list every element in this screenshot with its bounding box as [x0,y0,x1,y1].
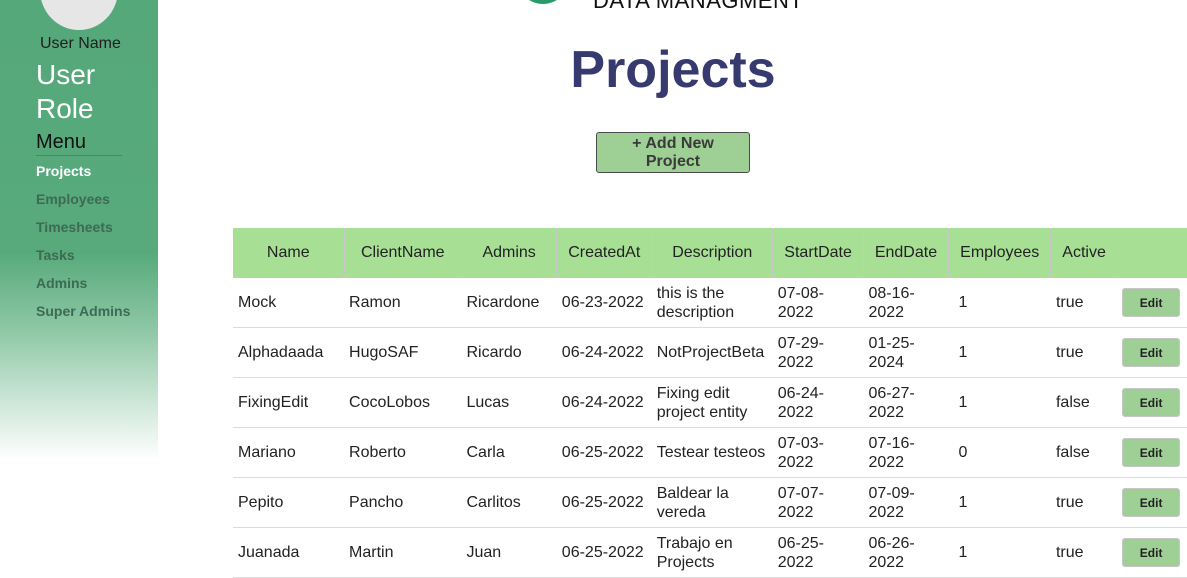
cell-active: true [1050,278,1118,328]
table-row: FixingEdit CocoLobos Lucas 06-24-2022 Fixing… [233,377,1187,428]
cell-created-at: 06-25-2022 [556,527,652,578]
sidebar-item-super-admins[interactable]: Super Admins [36,302,146,321]
page-title: Projects [570,41,776,99]
edit-button[interactable]: Edit [1122,438,1181,467]
edit-button[interactable]: Edit [1122,338,1181,367]
cell-active: false [1050,427,1118,478]
table-row: Mariano Roberto Carla 06-25-2022 Testear tes… [233,427,1187,478]
cell-client-name: Ramon [344,278,462,328]
cell-name: FixingEdit [233,377,345,428]
cell-client-name: CocoLobos [344,377,462,428]
cell-created-at: 06-24-2022 [556,377,652,428]
cell-description: this is the description [651,278,773,328]
cell-admins: Carlitos [461,477,557,528]
edit-button[interactable]: Edit [1122,538,1181,567]
cell-actions: Edit [1117,278,1187,328]
table-row: Juanada Martin Juan 06-25-2022 Trabajo en Pr… [233,527,1187,578]
sidebar-item-employees[interactable]: Employees [36,190,146,208]
cell-employees: 0 [948,427,1051,478]
avatar [40,0,118,30]
cell-actions: Edit [1117,327,1187,378]
cell-created-at: 06-25-2022 [556,477,652,528]
column-header-client-name: ClientName [344,228,462,278]
cell-actions: Edit [1117,527,1187,578]
cell-admins: Juan [461,527,557,578]
cell-name: Mock [233,278,345,328]
column-header-actions [1117,228,1187,278]
column-header-created-at: CreatedAt [556,228,653,278]
cell-description: Testear testeos [651,427,773,478]
cell-start-date: 07-29-2022 [772,327,864,378]
sidebar-item-timesheets[interactable]: Timesheets [36,218,146,236]
cell-admins: Ricardone [461,278,557,328]
logo-icon [517,0,569,4]
cell-client-name: Roberto [344,427,462,478]
column-header-end-date: EndDate [863,228,949,278]
cell-name: Mariano [233,427,345,478]
cell-actions: Edit [1117,427,1187,478]
cell-start-date: 07-03-2022 [772,427,864,478]
table-header-row: Name ClientName Admins CreatedAt Descrip… [233,228,1187,278]
cell-actions: Edit [1117,377,1187,428]
cell-active: true [1050,327,1118,378]
cell-employees: 1 [948,377,1051,428]
column-header-description: Description [651,228,774,278]
cell-active: true [1050,527,1118,578]
sidebar-item-admins[interactable]: Admins [36,274,146,292]
cell-name: Alphadaada [233,327,345,378]
sidebar-item-tasks[interactable]: Tasks [36,246,146,264]
cell-created-at: 06-23-2022 [556,278,652,328]
cell-description: Trabajo en Projects [651,527,773,578]
cell-name: Pepito [233,477,345,528]
cell-end-date: 07-09-2022 [863,477,949,528]
edit-button[interactable]: Edit [1122,288,1181,317]
cell-employees: 1 [948,527,1051,578]
cell-employees: 1 [948,278,1051,328]
projects-table: Name ClientName Admins CreatedAt Descrip… [233,228,1187,578]
cell-end-date: 07-16-2022 [863,427,949,478]
cell-start-date: 06-24-2022 [772,377,864,428]
sidebar-item-projects[interactable]: Projects [36,162,146,180]
cell-active: false [1050,377,1118,428]
column-header-name: Name [233,228,345,278]
cell-description: Baldear la vereda [651,477,773,528]
cell-description: Fixing edit project entity [651,377,773,428]
projects-table-container: Name ClientName Admins CreatedAt Descrip… [233,228,1187,578]
cell-admins: Lucas [461,377,557,428]
edit-button[interactable]: Edit [1122,388,1181,417]
cell-employees: 1 [948,327,1051,378]
cell-description: NotProjectBeta [651,327,773,378]
cell-admins: Ricardo [461,327,557,378]
cell-end-date: 06-27-2022 [863,377,949,428]
column-header-employees: Employees [948,228,1052,278]
cell-admins: Carla [461,427,557,478]
cell-created-at: 06-25-2022 [556,427,652,478]
cell-client-name: Pancho [344,477,462,528]
table-row: Alphadaada HugoSAF Ricardo 06-24-2022 NotPro… [233,327,1187,378]
menu-title: Menu [36,131,122,156]
cell-employees: 1 [948,477,1051,528]
cell-actions: Edit [1117,477,1187,528]
cell-name: Juanada [233,527,345,578]
column-header-active: Active [1050,228,1118,278]
cell-active: true [1050,477,1118,528]
edit-button[interactable]: Edit [1122,488,1181,517]
add-project-button[interactable]: + Add New Project [596,132,750,173]
column-header-start-date: StartDate [772,228,864,278]
table-row: Mock Ramon Ricardone 06-23-2022 this is the … [233,278,1187,328]
cell-end-date: 06-26-2022 [863,527,949,578]
cell-end-date: 08-16-2022 [863,278,949,328]
cell-start-date: 06-25-2022 [772,527,864,578]
cell-client-name: Martin [344,527,462,578]
cell-created-at: 06-24-2022 [556,327,652,378]
cell-start-date: 07-07-2022 [772,477,864,528]
brand-name: DATA MANAGMENT [593,0,804,13]
table-row: Pepito Pancho Carlitos 06-25-2022 Baldear la… [233,477,1187,528]
menu-list: Projects Employees Timesheets Tasks Admi… [36,162,146,331]
cell-client-name: HugoSAF [344,327,462,378]
cell-start-date: 07-08-2022 [772,278,864,328]
cell-end-date: 01-25-2024 [863,327,949,378]
column-header-admins: Admins [461,228,558,278]
